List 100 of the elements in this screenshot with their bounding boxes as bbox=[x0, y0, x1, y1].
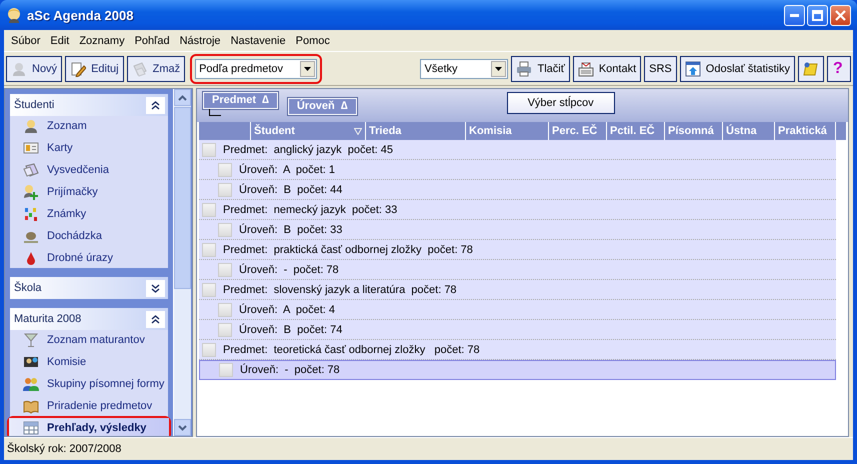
menu-item[interactable]: Nastavenie bbox=[226, 34, 291, 46]
upload-window-icon bbox=[684, 60, 701, 76]
checkbox[interactable] bbox=[218, 302, 232, 316]
minimize-icon bbox=[790, 14, 799, 16]
menu-item[interactable]: Zoznamy bbox=[74, 34, 130, 46]
dropdown-arrow-icon bbox=[304, 66, 312, 70]
group-icon bbox=[23, 376, 39, 392]
face-icon bbox=[6, 7, 22, 23]
close-button[interactable] bbox=[830, 4, 851, 26]
status-text: Školský rok: 2007/2008 bbox=[7, 443, 122, 455]
sidebar-item[interactable]: Skupiny písomnej formy bbox=[9, 374, 169, 394]
id-card-icon bbox=[23, 140, 39, 156]
group-label: Úroveň: B počet: 44 bbox=[239, 184, 342, 196]
connector-line bbox=[209, 109, 221, 116]
sidebar-item[interactable]: Známky bbox=[9, 204, 169, 224]
group-row[interactable]: Predmet: nemecký jazyk počet: 33 bbox=[199, 200, 836, 220]
help-button[interactable]: ? bbox=[827, 56, 851, 82]
checkbox[interactable] bbox=[202, 142, 216, 156]
group-label: Úroveň: A počet: 1 bbox=[239, 164, 336, 176]
sidebar-item[interactable]: Vysvedčenia bbox=[9, 160, 169, 180]
toolbar-button[interactable]: Tlačiť bbox=[511, 56, 570, 82]
menu-item[interactable]: Súbor bbox=[6, 34, 46, 46]
letter-printer-icon bbox=[578, 60, 594, 76]
section-header[interactable]: Maturita 2008 bbox=[10, 308, 168, 330]
checkbox[interactable] bbox=[218, 162, 232, 176]
book-icon bbox=[23, 398, 39, 414]
dropdown-arrow-icon bbox=[495, 66, 502, 70]
group-label: Predmet: slovenský jazyk a literatúra počet: 78 bbox=[223, 284, 457, 296]
sidebar-item[interactable]: Karty bbox=[9, 138, 169, 158]
checkbox[interactable] bbox=[202, 342, 216, 356]
column-chooser-button[interactable]: Výber stĺpcov bbox=[506, 92, 615, 114]
checkbox[interactable] bbox=[202, 202, 216, 216]
section-header[interactable]: Škola bbox=[10, 277, 168, 299]
group-label: Predmet: anglický jazyk počet: 45 bbox=[223, 144, 393, 156]
maximize-button[interactable] bbox=[807, 4, 828, 26]
sidebar-item[interactable]: Zoznam maturantov bbox=[9, 330, 169, 350]
checkbox[interactable] bbox=[218, 182, 232, 196]
sidebar-item[interactable]: Dochádzka bbox=[9, 226, 169, 246]
group-row[interactable]: Predmet: anglický jazyk počet: 45 bbox=[199, 140, 836, 160]
close-icon bbox=[835, 10, 846, 20]
group-row[interactable]: Úroveň: B počet: 74 bbox=[199, 320, 836, 340]
window-title: aSc Agenda 2008 bbox=[27, 8, 134, 22]
toolbar-button[interactable]: Odoslať štatistiky bbox=[680, 56, 795, 82]
minimize-button[interactable] bbox=[784, 4, 805, 26]
menu-item[interactable]: Pomoc bbox=[290, 34, 335, 46]
sidebar-item[interactable]: Prijímačky bbox=[9, 182, 169, 202]
group-row[interactable]: Úroveň: - počet: 78 bbox=[199, 260, 836, 280]
sidebar-item[interactable]: Drobné úrazy bbox=[9, 248, 169, 268]
sidebar-item[interactable]: Zoznam bbox=[9, 116, 169, 136]
group-label: Úroveň: B počet: 33 bbox=[239, 224, 342, 236]
scrollbar[interactable] bbox=[173, 89, 191, 436]
sidebar-item[interactable]: Priradenie predmetov bbox=[9, 396, 169, 416]
group-row[interactable]: Predmet: slovenský jazyk a literatúra počet: 78 bbox=[199, 280, 836, 300]
group-label: Úroveň: - počet: 78 bbox=[239, 264, 339, 276]
person-plus-icon bbox=[23, 184, 39, 200]
person-icon bbox=[11, 60, 27, 76]
menu-item[interactable]: Nástroje bbox=[174, 34, 226, 46]
pencil-icon bbox=[70, 60, 86, 76]
checkbox[interactable] bbox=[202, 242, 216, 256]
group-row[interactable]: Úroveň: - počet: 78 bbox=[199, 360, 836, 380]
filter-dropdown[interactable]: Všetky bbox=[420, 58, 508, 78]
expand-icon bbox=[151, 284, 160, 292]
checkbox[interactable] bbox=[218, 322, 232, 336]
group-label: Predmet: teoretická časť odbornej zložky počet: 78 bbox=[223, 344, 480, 356]
grades-icon bbox=[23, 206, 39, 222]
checkbox[interactable] bbox=[218, 262, 232, 276]
section-title: Maturita 2008 bbox=[14, 313, 82, 325]
sidebar-item[interactable]: Komisie bbox=[9, 352, 169, 372]
group-label: Predmet: nemecký jazyk počet: 33 bbox=[223, 204, 398, 216]
glass-icon bbox=[23, 332, 39, 348]
filter-icon bbox=[354, 128, 362, 134]
group-row[interactable]: Predmet: teoretická časť odbornej zložky počet: 78 bbox=[199, 340, 836, 360]
checkbox[interactable] bbox=[202, 282, 216, 296]
collapse-icon bbox=[151, 314, 160, 324]
group-row[interactable]: Predmet: praktická časť odbornej zložky počet: 78 bbox=[199, 240, 836, 260]
section-title: Študenti bbox=[14, 99, 54, 111]
group-row[interactable]: Úroveň: A počet: 4 bbox=[199, 300, 836, 320]
scroll-down-icon bbox=[178, 424, 187, 430]
collapse-icon bbox=[151, 100, 160, 110]
section-header[interactable]: Študenti bbox=[10, 94, 168, 116]
scroll-thumb[interactable] bbox=[174, 107, 191, 289]
sidebar-item[interactable]: Prehľady, výsledky bbox=[9, 418, 169, 436]
note-button[interactable] bbox=[798, 56, 824, 82]
toolbar-button[interactable]: Edituj bbox=[65, 56, 124, 82]
menu-item[interactable]: Pohľad bbox=[130, 34, 175, 46]
checkbox[interactable] bbox=[218, 222, 232, 236]
toolbar-button[interactable]: SRS bbox=[644, 56, 677, 82]
toolbar-button[interactable]: Kontakt bbox=[572, 56, 642, 82]
checkbox[interactable] bbox=[219, 363, 233, 377]
group-row[interactable]: Úroveň: A počet: 1 bbox=[199, 160, 836, 180]
menu-item[interactable]: Edit bbox=[45, 34, 74, 46]
view-dropdown[interactable]: Podľa predmetov bbox=[195, 58, 318, 78]
group-row[interactable]: Úroveň: B počet: 44 bbox=[199, 180, 836, 200]
group-row[interactable]: Úroveň: B počet: 33 bbox=[199, 220, 836, 240]
scroll-up-icon bbox=[178, 94, 187, 100]
printer-icon bbox=[516, 60, 532, 76]
note-icon bbox=[803, 60, 819, 76]
people-icon bbox=[23, 354, 39, 370]
group-label: Úroveň: B počet: 74 bbox=[239, 324, 342, 336]
person-icon bbox=[23, 118, 39, 134]
